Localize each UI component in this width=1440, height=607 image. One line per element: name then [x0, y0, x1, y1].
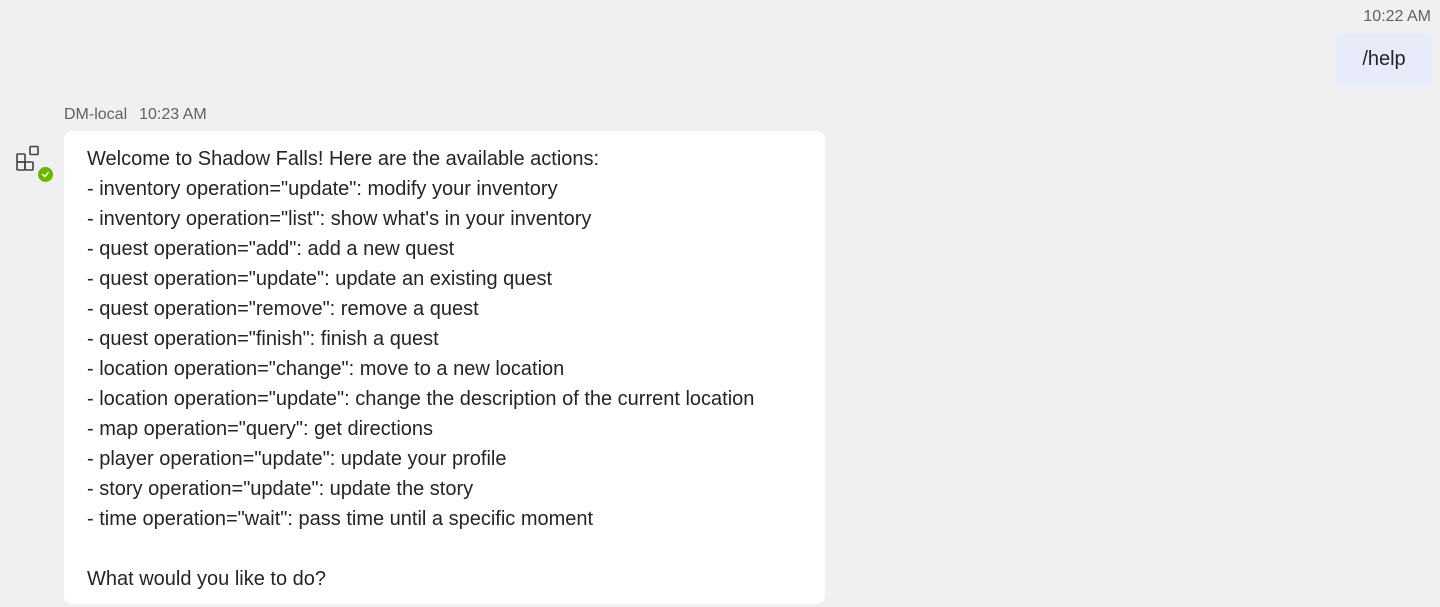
sender-name[interactable]: DM-local	[64, 106, 127, 124]
incoming-message-header: DM-local 10:23 AM	[64, 106, 207, 124]
list-item: - player operation="update": update your…	[87, 448, 507, 470]
outgoing-message-text: /help	[1362, 48, 1406, 70]
message-intro: Welcome to Shadow Falls! Here are the av…	[87, 148, 600, 170]
list-item: - location operation="update": change th…	[87, 388, 755, 410]
list-item: - location operation="change": move to a…	[87, 358, 565, 380]
message-closing: What would you like to do?	[87, 568, 327, 590]
incoming-timestamp: 10:23 AM	[139, 106, 207, 123]
incoming-message[interactable]: Welcome to Shadow Falls! Here are the av…	[64, 131, 825, 604]
list-item: - quest operation="add": add a new quest	[87, 238, 455, 260]
list-item: - quest operation="finish": finish a que…	[87, 328, 439, 350]
list-item: - time operation="wait": pass time until…	[87, 508, 594, 530]
list-item: - inventory operation="list": show what'…	[87, 208, 592, 230]
available-check-icon	[37, 166, 54, 183]
outgoing-timestamp: 10:22 AM	[1363, 8, 1431, 25]
list-item: - quest operation="remove": remove a que…	[87, 298, 479, 320]
list-item: - story operation="update": update the s…	[87, 478, 474, 500]
apps-grid-icon	[16, 145, 39, 171]
list-item: - inventory operation="update": modify y…	[87, 178, 558, 200]
list-item: - quest operation="update": update an ex…	[87, 268, 553, 290]
list-item: - map operation="query": get directions	[87, 418, 434, 440]
outgoing-message[interactable]: /help	[1336, 33, 1432, 86]
chat-thread: 10:22 AM /help DM-local 10:23 AM Welcome…	[0, 0, 1440, 607]
avatar[interactable]	[14, 144, 54, 184]
